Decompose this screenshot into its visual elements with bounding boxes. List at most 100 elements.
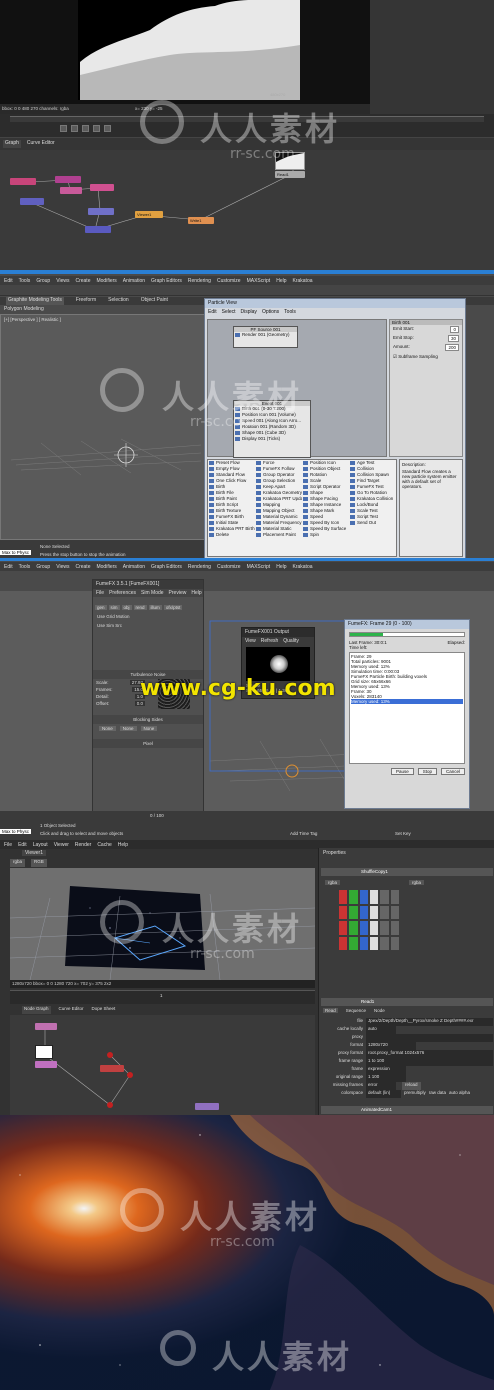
menu-views[interactable]: Views	[56, 564, 69, 570]
menu-group[interactable]: Group	[36, 564, 50, 570]
rollout-value[interactable]: 200	[445, 344, 459, 351]
shuffle-alpha-cell[interactable]	[369, 936, 379, 950]
cancel-button[interactable]: Cancel	[440, 768, 465, 775]
menu-edit[interactable]: Edit	[4, 564, 13, 570]
perspective-viewport[interactable]: [+] [Perspective ] [ Realistic ]	[0, 314, 205, 540]
stop-icon[interactable]	[82, 125, 89, 132]
depot-item[interactable]: Delete	[208, 532, 255, 538]
menu-group[interactable]: Group	[36, 278, 50, 284]
node-grade-3[interactable]	[100, 1065, 124, 1072]
depot-item[interactable]: Send Out	[349, 520, 396, 526]
shuffle-blue-cell[interactable]	[359, 936, 368, 950]
shuffle-green-cell[interactable]	[349, 936, 358, 950]
ribbon-tab-object-paint[interactable]: Object Paint	[141, 297, 168, 305]
event-op-display[interactable]: Display 001 (Ticks)	[234, 436, 310, 442]
menu-modifiers[interactable]: Modifiers	[96, 564, 116, 570]
nuke-menu-viewer[interactable]: Viewer	[54, 842, 69, 848]
fx-section[interactable]: Use Grid Motion	[93, 612, 203, 621]
viewer-area[interactable]: 480x270	[0, 0, 370, 104]
node-grade-1[interactable]	[10, 178, 36, 185]
blocking-x-button[interactable]: None	[99, 726, 116, 731]
menu-views[interactable]: Views	[56, 278, 69, 284]
fx-menu-file[interactable]: File	[96, 590, 104, 596]
shuffle-red-cell[interactable]	[339, 936, 348, 950]
fumefx-sim-window[interactable]: FumeFX: Frame 29 (0 - 100) Last Frame: 3…	[344, 619, 470, 809]
read-field-value[interactable]: 1 to 100	[366, 1058, 493, 1066]
menu-create[interactable]: Create	[75, 278, 90, 284]
shuffle-blue-cell[interactable]	[359, 890, 368, 904]
read-field-value[interactable]: root.proxy_format 1024x576	[366, 1050, 493, 1058]
pv-menu-select[interactable]: Select	[222, 309, 236, 315]
menu-graph-editors[interactable]: Graph Editors	[151, 564, 182, 570]
tab-curve-editor[interactable]: Curve Editor	[27, 140, 55, 148]
shuffle-red-cell[interactable]	[339, 890, 348, 904]
auto-alpha-checkbox[interactable]: auto alpha	[449, 1090, 470, 1098]
ribbon-tab-graphite[interactable]: Graphite Modeling Tools	[6, 297, 64, 305]
menu-rendering[interactable]: Rendering	[188, 278, 211, 284]
fx-tab[interactable]: ofx/ptst	[163, 605, 183, 610]
menu-customize[interactable]: Customize	[217, 564, 241, 570]
channel-select-2[interactable]: RGB	[31, 859, 47, 867]
pv-menu-tools[interactable]: Tools	[284, 309, 296, 315]
shuffle-cell[interactable]	[380, 890, 389, 904]
nuke-menu-help[interactable]: Help	[118, 842, 128, 848]
output-menu-refresh[interactable]: Refresh	[261, 638, 279, 644]
set-key-button[interactable]: Set Key	[395, 831, 411, 836]
output-menu-quality[interactable]: Quality	[283, 638, 299, 644]
shuffle-cell[interactable]	[380, 921, 389, 935]
node-write-2[interactable]	[195, 1103, 219, 1110]
shuffle-out-select[interactable]: rgba	[409, 880, 425, 885]
subframe-checkbox[interactable]: ☑ Subframe Sampling	[390, 352, 462, 362]
node-read[interactable]: Read1	[275, 171, 305, 178]
shuffle-in-select[interactable]: rgba	[325, 880, 341, 885]
read-tab-node[interactable]: Node	[374, 1008, 385, 1013]
node-shuffle-2[interactable]	[35, 1023, 57, 1030]
nuke-menu-cache[interactable]: Cache	[97, 842, 111, 848]
menu-rendering[interactable]: Rendering	[188, 564, 211, 570]
bottom-node-header[interactable]: AnimatedCam1	[321, 1106, 493, 1114]
fx-menu-help[interactable]: Help	[191, 590, 201, 596]
menu-modifiers[interactable]: Modifiers	[96, 278, 116, 284]
shuffle-cell[interactable]	[380, 905, 389, 919]
blocking-z-button[interactable]: None	[140, 726, 158, 731]
nuke-menu-layout[interactable]: Layout	[33, 842, 48, 848]
shuffle-cell[interactable]	[390, 890, 399, 904]
pf-source-render[interactable]: Render 001 (Geometry)	[234, 332, 297, 338]
shuffle-green-cell[interactable]	[349, 905, 358, 919]
shuffle-green-cell[interactable]	[349, 890, 358, 904]
ribbon-tab-freeform[interactable]: Freeform	[76, 297, 96, 305]
channel-select[interactable]: rgba	[10, 859, 26, 867]
output-menu-view[interactable]: View	[245, 638, 256, 644]
add-time-tag[interactable]: Add Time Tag	[290, 831, 317, 836]
fx-menu-sim-mode[interactable]: Sim Mode	[141, 590, 164, 596]
menu-tools[interactable]: Tools	[19, 564, 31, 570]
node-graph-area-2[interactable]	[10, 1015, 315, 1115]
menu-maxscript[interactable]: MAXScript	[247, 278, 271, 284]
node-write[interactable]: Write1	[188, 217, 214, 224]
tab-dope-sheet[interactable]: Dope Sheet	[92, 1006, 116, 1014]
node-merge-3[interactable]	[85, 226, 111, 233]
depot-item[interactable]: Placement Paint	[255, 532, 302, 538]
read-tab-read[interactable]: Read	[323, 1008, 338, 1013]
tab-curve-editor-2[interactable]: Curve Editor	[59, 1006, 84, 1014]
menu-krakatoa[interactable]: Krakatoa	[293, 278, 313, 284]
read-field-value[interactable]: 1280x720	[366, 1042, 416, 1050]
fx-tab[interactable]: rend	[133, 605, 147, 610]
depot-item[interactable]: Spin	[302, 532, 349, 538]
menu-tools[interactable]: Tools	[19, 278, 31, 284]
pause-button[interactable]: Pause	[390, 768, 414, 775]
shuffle-alpha-cell[interactable]	[369, 905, 379, 919]
menu-graph-editors[interactable]: Graph Editors	[151, 278, 182, 284]
ribbon-tab-selection[interactable]: Selection	[108, 297, 129, 305]
menu-help[interactable]: Help	[276, 278, 286, 284]
tab-node-graph[interactable]: Node Graph	[22, 1006, 51, 1014]
pv-menu-display[interactable]: Display	[241, 309, 257, 315]
nuke-menu-render[interactable]: Render	[75, 842, 91, 848]
reload-button[interactable]: reload	[402, 1082, 421, 1090]
node-graph-area[interactable]: Viewer1 Write1 Read1	[0, 150, 494, 270]
play-last-icon[interactable]	[104, 125, 111, 132]
pv-menu-options[interactable]: Options	[262, 309, 279, 315]
tab-graph[interactable]: Graph	[3, 140, 21, 148]
menu-animation[interactable]: Animation	[123, 564, 145, 570]
menu-edit[interactable]: Edit	[4, 278, 13, 284]
